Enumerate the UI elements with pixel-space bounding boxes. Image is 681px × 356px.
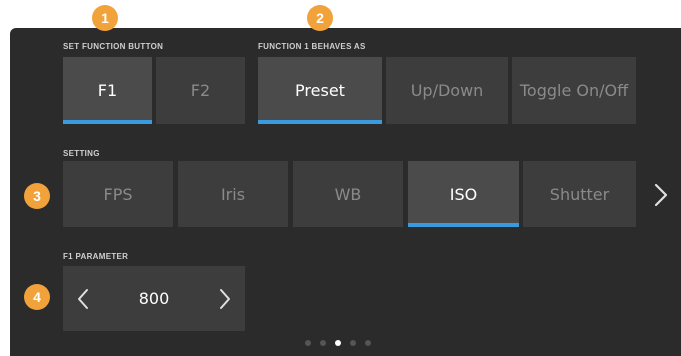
setting-iso-button[interactable]: ISO: [408, 161, 519, 227]
setting-wb-label: WB: [334, 184, 362, 204]
behaves-as-label: FUNCTION 1 BEHAVES AS: [258, 42, 366, 51]
setting-label: SETTING: [63, 149, 100, 158]
f2-button-label: F2: [190, 81, 211, 100]
f2-button[interactable]: F2: [156, 57, 245, 124]
f1-button[interactable]: F1: [63, 57, 152, 124]
callout-badge-2: 2: [307, 5, 333, 31]
parameter-value: 800: [138, 289, 170, 308]
set-function-label: SET FUNCTION BUTTON: [63, 42, 164, 51]
chevron-right-icon: [220, 288, 230, 309]
active-indicator: [63, 120, 152, 124]
page-dot[interactable]: [335, 340, 341, 346]
setting-next-button[interactable]: [646, 175, 676, 215]
setting-iso-label: ISO: [449, 184, 478, 204]
up-down-button-label: Up/Down: [410, 81, 484, 100]
setting-fps-button[interactable]: FPS: [63, 161, 173, 227]
up-down-button[interactable]: Up/Down: [386, 57, 508, 124]
setting-iris-label: Iris: [220, 184, 246, 204]
page-dot[interactable]: [320, 340, 326, 346]
callout-badge-4: 4: [24, 284, 50, 310]
active-indicator: [408, 223, 519, 227]
parameter-stepper: 800: [63, 266, 245, 331]
parameter-increment-button[interactable]: [205, 266, 245, 331]
callout-badge-1: 1: [92, 5, 118, 31]
page-dot[interactable]: [305, 340, 311, 346]
chevron-right-icon: [654, 183, 668, 207]
page-dot[interactable]: [350, 340, 356, 346]
toggle-on-off-button[interactable]: Toggle On/Off: [512, 57, 636, 124]
page-indicator: [305, 340, 371, 346]
parameter-decrement-button[interactable]: [63, 266, 103, 331]
toggle-on-off-button-label: Toggle On/Off: [519, 81, 629, 100]
chevron-left-icon: [78, 288, 88, 309]
setting-wb-button[interactable]: WB: [293, 161, 403, 227]
active-indicator: [258, 120, 382, 124]
parameter-label: F1 PARAMETER: [63, 252, 129, 261]
setting-fps-label: FPS: [103, 184, 133, 204]
setting-shutter-button[interactable]: Shutter: [523, 161, 636, 227]
preset-button-label: Preset: [295, 81, 345, 100]
setting-shutter-label: Shutter: [549, 184, 610, 204]
setting-iris-button[interactable]: Iris: [178, 161, 288, 227]
callout-badge-3: 3: [24, 183, 50, 209]
preset-button[interactable]: Preset: [258, 57, 382, 124]
f1-button-label: F1: [97, 81, 118, 100]
page-dot[interactable]: [365, 340, 371, 346]
